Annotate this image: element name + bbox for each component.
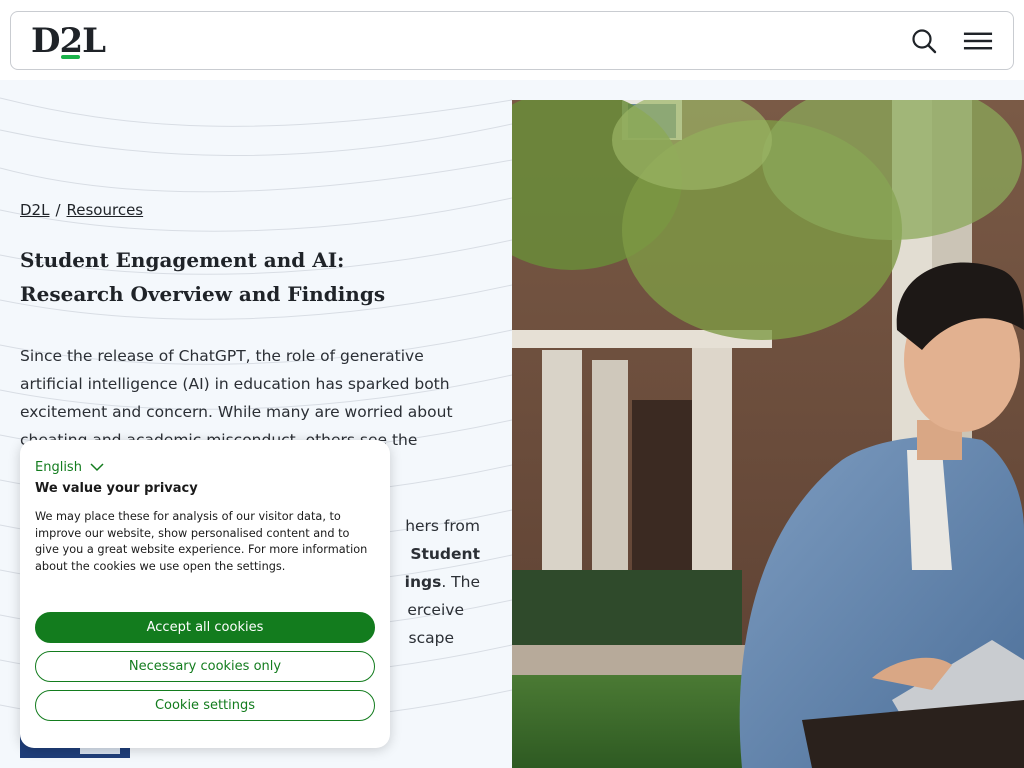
site-header: D2L [10,11,1014,70]
chevron-down-icon [90,463,104,472]
logo-letter-2: 2 [59,20,83,61]
logo-letter-d: D [31,20,61,61]
cookie-consent-banner: English We value your privacy We may pla… [20,440,390,748]
logo-letter-l: L [82,20,106,61]
page-title-line1: Student Engagement and AI: [20,248,345,272]
breadcrumb-home-link[interactable]: D2L [20,201,49,219]
page-title: Student Engagement and AI: Research Over… [20,243,480,311]
cookie-title: We value your privacy [35,481,198,496]
hero-photo [512,100,1024,768]
language-selector[interactable]: English [35,460,375,475]
accept-all-cookies-button[interactable]: Accept all cookies [35,612,375,643]
cookie-description: We may place these for analysis of our v… [35,510,368,573]
breadcrumb-separator: / [55,201,61,219]
cookie-settings-button[interactable]: Cookie settings [35,690,375,721]
page-title-line2: Research Overview and Findings [20,282,386,306]
search-icon[interactable] [909,26,939,56]
breadcrumb: D2L / Resources [20,201,143,219]
necessary-cookies-button[interactable]: Necessary cookies only [35,651,375,682]
hamburger-menu-icon[interactable] [963,26,993,56]
second-paragraph-line3-bold: ings [404,573,442,591]
breadcrumb-resources-link[interactable]: Resources [67,201,144,219]
d2l-logo[interactable]: D2L [31,20,106,61]
second-paragraph-line3-text: . The [441,573,480,591]
header-actions [909,26,993,56]
language-label: English [35,460,82,475]
